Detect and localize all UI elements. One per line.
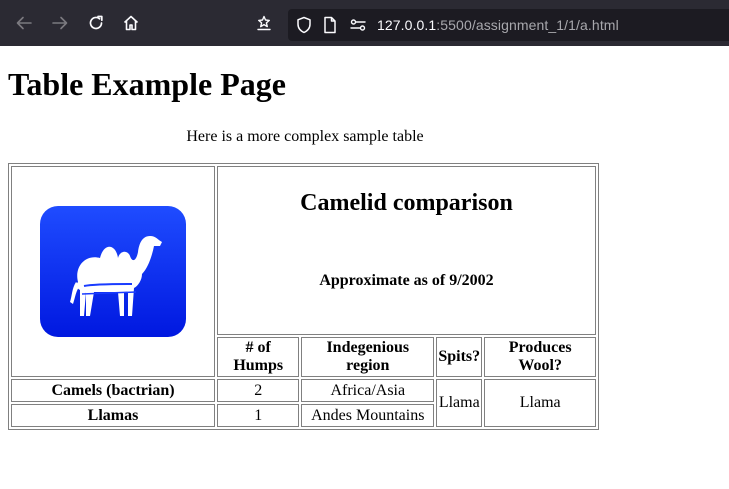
permissions-icon[interactable] — [348, 15, 368, 35]
row-name-camels: Camels (bactrian) — [11, 379, 215, 402]
table-header-row: Camelid comparison Approximate as of 9/2… — [11, 166, 596, 377]
column-header-region: Indegenious region — [301, 337, 435, 377]
reload-icon[interactable] — [86, 13, 106, 33]
camel-icon — [70, 235, 162, 316]
cell-produces-wool: Llama — [484, 379, 596, 427]
table-heading-cell: Camelid comparison Approximate as of 9/2… — [217, 166, 596, 335]
cell-region-camels: Africa/Asia — [301, 379, 435, 402]
cell-humps-llamas: 1 — [217, 404, 300, 427]
home-icon[interactable] — [121, 13, 141, 33]
camel-logo — [40, 206, 186, 337]
logo-cell — [11, 166, 215, 377]
back-arrow-icon[interactable] — [14, 13, 34, 33]
table-caption: Here is a more complex sample table — [186, 128, 424, 145]
cell-region-llamas: Andes Mountains — [301, 404, 435, 427]
extension-icon[interactable] — [254, 13, 274, 33]
page-title: Table Example Page — [8, 66, 286, 102]
column-header-wool: Produces Wool? — [484, 337, 596, 377]
table-heading: Camelid comparison — [300, 190, 513, 216]
url-text[interactable]: 127.0.0.1:5500/assignment_1/1/a.html — [377, 17, 619, 33]
forward-arrow-icon[interactable] — [50, 13, 70, 33]
page-icon[interactable] — [320, 15, 340, 35]
page-content: Table Example Page Here is a more comple… — [0, 46, 729, 489]
table-subheading: Approximate as of 9/2002 — [319, 272, 494, 289]
row-name-llamas: Llamas — [11, 404, 215, 427]
cell-humps-camels: 2 — [217, 379, 300, 402]
table-row: Camels (bactrian) 2 Africa/Asia Llama Ll… — [11, 379, 596, 427]
column-header-spits: Spits? — [436, 337, 483, 377]
url-host: 127.0.0.1 — [377, 17, 437, 33]
cell-spits: Llama — [436, 379, 483, 427]
url-path: :5500/assignment_1/1/a.html — [436, 17, 619, 33]
camelid-table: Camelid comparison Approximate as of 9/2… — [8, 163, 599, 430]
shield-icon[interactable] — [294, 15, 314, 35]
browser-toolbar: 127.0.0.1:5500/assignment_1/1/a.html — [0, 0, 729, 46]
url-bar[interactable]: 127.0.0.1:5500/assignment_1/1/a.html — [288, 9, 729, 41]
column-header-humps: # of Humps — [217, 337, 300, 377]
